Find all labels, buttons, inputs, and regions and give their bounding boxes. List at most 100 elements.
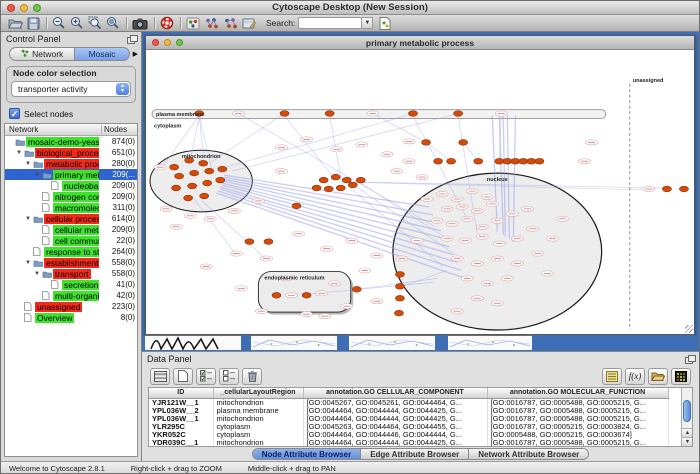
table-cell[interactable]: YJR121W__1 <box>149 398 213 407</box>
tree-column-nodes[interactable]: Nodes <box>101 125 137 134</box>
select-nodes-checkbox[interactable]: ✓ <box>9 108 20 119</box>
table-cell[interactable]: YKR052C <box>149 431 213 439</box>
annotation-icon[interactable] <box>242 16 256 31</box>
tree-row[interactable]: cellular metabol209(0) <box>5 224 137 235</box>
table-scrollbar[interactable]: ▲ ▼ <box>681 388 692 446</box>
expand-triangle-icon[interactable]: ▼ <box>16 149 24 157</box>
tree-row[interactable]: macromolecule311(0) <box>5 202 137 213</box>
save-session-icon[interactable] <box>27 16 40 31</box>
table-cell[interactable]: [GO:0044464, GO:0044444, GO:0044425, G..… <box>303 415 487 423</box>
expand-triangle-icon[interactable]: ▼ <box>25 215 33 223</box>
table-cell[interactable]: [GO:0016787, GO:0005488, GO:0005215, G..… <box>487 415 668 423</box>
tree-column-network[interactable]: Network <box>5 125 101 134</box>
zoom-fit-icon[interactable] <box>106 16 120 31</box>
tree-row[interactable]: multi-organism pro42(0) <box>5 290 137 301</box>
zoom-selected-region-icon[interactable] <box>88 16 102 31</box>
table-cell[interactable]: [GO:0016787, GO:0005488, GO:0005215, G..… <box>487 398 668 407</box>
table-cell[interactable]: mitochondrion <box>213 415 303 423</box>
expand-triangle-icon[interactable]: ▼ <box>34 270 42 278</box>
select-all-attributes-button[interactable] <box>196 368 216 385</box>
tree-row[interactable]: ▼establishment of lo558(0) <box>5 257 137 268</box>
function-builder-button[interactable]: f(x) <box>625 368 645 385</box>
search-input[interactable] <box>298 17 362 29</box>
table-cell[interactable]: [GO:0044464, GO:0044444, GO:0044425, G..… <box>303 407 487 415</box>
background-window[interactable] <box>349 335 435 350</box>
import-attributes-button[interactable] <box>648 368 668 385</box>
expand-triangle-icon[interactable]: ▼ <box>25 259 33 267</box>
background-window[interactable] <box>145 335 241 350</box>
tab-overflow-arrow[interactable]: ▶ <box>133 50 138 58</box>
tree-row[interactable]: ▼metabolic process280(0) <box>5 158 137 169</box>
resize-grip-icon[interactable] <box>685 325 693 333</box>
background-window[interactable] <box>251 335 337 350</box>
background-window[interactable] <box>448 335 532 350</box>
select-attributes-button[interactable] <box>150 368 170 385</box>
table-cell[interactable]: [GO:0044464, GO:0044444, GO:0044425, G..… <box>303 439 487 447</box>
tree-row[interactable]: nitrogen compou209(0) <box>5 191 137 202</box>
table-cell[interactable]: cytoplasm <box>213 423 303 431</box>
column-header[interactable]: ID <box>149 388 213 398</box>
tree-row[interactable]: ▼primary metabo209(... <box>5 169 137 180</box>
table-row[interactable]: YJR121W__1mitochondrion[GO:0045267, GO:0… <box>149 398 668 407</box>
scrollbar-thumb[interactable] <box>683 400 691 422</box>
filter-icon[interactable] <box>223 16 238 31</box>
tree-row[interactable]: ▼biological_process651(0) <box>5 147 137 158</box>
expand-triangle-icon[interactable]: ▼ <box>34 171 42 179</box>
tree-row[interactable]: mosaic-demo-yeast874(0) <box>5 136 137 147</box>
table-cell[interactable]: [GO:0005488, GO:0005215, GO:0003674] <box>487 431 668 439</box>
table-cell[interactable]: YPL036W__1 <box>149 415 213 423</box>
matrix-view-button[interactable] <box>671 368 691 385</box>
tree-row[interactable]: response to stimulu264(0) <box>5 246 137 257</box>
tree-row[interactable]: nucleobase-209(0) <box>5 180 137 191</box>
table-cell[interactable]: mitochondrion <box>213 439 303 447</box>
zoom-in-icon[interactable] <box>70 16 84 31</box>
tab-network-attribute-browser[interactable]: Network Attribute Browser <box>468 449 588 459</box>
expand-triangle-icon[interactable]: ▼ <box>25 160 33 168</box>
tree-row[interactable]: Overview8(0) <box>5 312 137 323</box>
float-panel-icon[interactable] <box>127 35 136 43</box>
table-row[interactable]: YKR052Ccytoplasm[GO:0044464, GO:0044446,… <box>149 431 668 439</box>
tab-mosaic[interactable]: Mosaic <box>75 47 129 61</box>
column-header[interactable]: _cellularLayoutRegion <box>213 388 303 398</box>
network-canvas[interactable]: plasma membranecytoplasmmitochondrionnuc… <box>146 50 694 334</box>
network-frame-titlebar[interactable]: primary metabolic process <box>146 36 694 50</box>
tree-row[interactable]: cell communicati22(0) <box>5 235 137 246</box>
new-attribute-button[interactable] <box>173 368 193 385</box>
table-cell[interactable]: [GO:0045267, GO:0045261, GO:0044464, G..… <box>303 398 487 407</box>
table-cell[interactable]: [GO:0016787, GO:0005488, GO:0005215, G..… <box>487 439 668 447</box>
tab-edge-attribute-browser[interactable]: Edge Attribute Browser <box>360 449 468 459</box>
table-cell[interactable]: YDR039C__1 <box>149 439 213 447</box>
table-row[interactable]: YPL036W__2plasma membrane[GO:0044464, GO… <box>149 407 668 415</box>
zoom-out-icon[interactable] <box>52 16 66 31</box>
tab-network[interactable]: Network <box>9 47 75 61</box>
table-row[interactable]: YLR295Ccytoplasm[GO:0045263, GO:0044464,… <box>149 423 668 431</box>
attribute-list-button[interactable] <box>602 368 622 385</box>
tab-node-attribute-browser[interactable]: Node Attribute Browser <box>253 449 361 459</box>
snapshot-icon[interactable] <box>132 16 148 31</box>
tree-row[interactable]: secretion41(0) <box>5 279 137 290</box>
help-icon[interactable] <box>160 16 174 31</box>
delete-attribute-button[interactable] <box>242 368 262 385</box>
table-row[interactable]: YPL036W__1mitochondrion[GO:0044464, GO:0… <box>149 415 668 423</box>
table-cell[interactable]: [GO:0016787, GO:0005215, GO:0003824, G..… <box>487 423 668 431</box>
scroll-up-icon[interactable]: ▲ <box>682 428 693 437</box>
vizmapper-icon[interactable] <box>204 16 219 31</box>
column-header[interactable]: annotation.GO MOLECULAR_FUNCTION <box>487 388 668 398</box>
tree-row[interactable]: ▼cellular process614(0) <box>5 213 137 224</box>
table-cell[interactable]: [GO:0045263, GO:0044464, GO:0044455, G..… <box>303 423 487 431</box>
node-color-attribute-select[interactable]: transporter activity ▲▼ <box>11 81 131 97</box>
tree-row[interactable]: unassigned223(0) <box>5 301 137 312</box>
scroll-down-icon[interactable]: ▼ <box>682 437 693 446</box>
unselect-all-attributes-button[interactable] <box>219 368 239 385</box>
table-cell[interactable]: [GO:0044464, GO:0044446, GO:0044444, G..… <box>303 431 487 439</box>
float-panel-icon[interactable] <box>685 355 694 363</box>
tree-row[interactable]: ▼transport558(0) <box>5 268 137 279</box>
table-cell[interactable]: YPL036W__2 <box>149 407 213 415</box>
combo-stepper-icon[interactable]: ▲▼ <box>116 83 129 95</box>
table-cell[interactable]: YLR295C <box>149 423 213 431</box>
search-dropdown-button[interactable]: ▼ <box>362 17 373 29</box>
table-row[interactable]: YDR039C__1mitochondrion[GO:0044464, GO:0… <box>149 439 668 447</box>
column-header[interactable]: annotation.GO CELLULAR_COMPONENT <box>303 388 487 398</box>
table-cell[interactable]: [GO:0016787, GO:0005488, GO:0005215, G..… <box>487 407 668 415</box>
table-cell[interactable]: cytoplasm <box>213 431 303 439</box>
